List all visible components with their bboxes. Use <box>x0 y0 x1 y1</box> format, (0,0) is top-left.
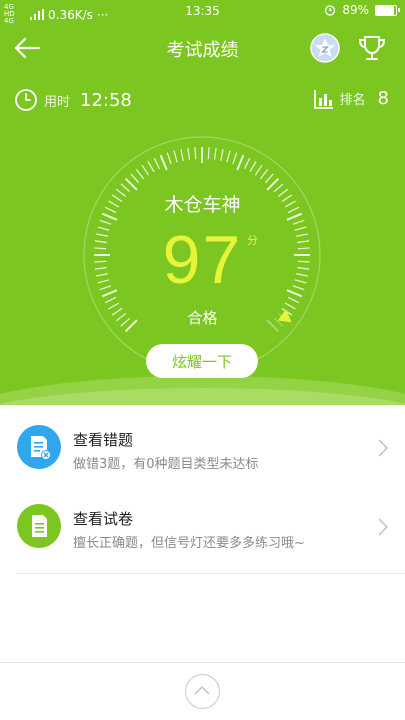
gauge-tick <box>220 148 224 161</box>
gauge-tick <box>124 177 138 191</box>
rank-value: 8 <box>377 88 389 109</box>
clock-icon <box>15 89 37 111</box>
arrow-left-icon <box>14 37 41 59</box>
battery-percent: 89% <box>342 3 369 17</box>
paper-doc-icon-wrap <box>17 504 61 548</box>
score-unit: 分 <box>247 234 258 247</box>
gauge-tick <box>135 168 145 180</box>
gauge-tick <box>264 173 274 184</box>
gauge-tick <box>187 147 191 160</box>
item-subtitle: 擅长正确题，但信号灯还要多多练习哦~ <box>73 536 305 551</box>
badge-button[interactable] <box>309 32 341 64</box>
error-doc-icon <box>31 436 51 460</box>
share-button[interactable]: 炫耀一下 <box>146 344 258 378</box>
back-button[interactable] <box>12 34 44 62</box>
gauge-tick <box>249 161 257 173</box>
gauge-tick <box>232 152 238 165</box>
time-label: 用时 <box>44 94 71 110</box>
time-group: 用时 12:58 <box>14 88 132 112</box>
error-doc-icon-wrap <box>17 425 61 469</box>
view-wrong-questions-item[interactable]: 查看错题 做错3题，有0种题目类型未达标 <box>0 405 405 495</box>
gauge-tick <box>243 157 251 170</box>
gauge-tick <box>213 147 217 160</box>
gauge-tick <box>147 161 155 173</box>
alarm-icon <box>325 5 336 16</box>
rank-group: 排名 8 <box>313 88 389 109</box>
chevron-right-icon <box>378 439 389 457</box>
view-paper-item[interactable]: 查看试卷 擅长正确题，但信号灯还要多多练习哦~ <box>0 484 405 574</box>
item-title: 查看错题 <box>73 431 134 449</box>
trophy-icon <box>358 36 386 60</box>
gauge-tick <box>236 154 245 171</box>
gauge-tick <box>254 164 263 176</box>
pass-status: 合格 <box>187 309 218 327</box>
star-badge-icon <box>310 33 340 63</box>
bottom-divider <box>0 662 405 663</box>
nav-bar: 考试成绩 <box>0 28 405 68</box>
gauge-tick <box>173 150 178 163</box>
status-bar: 4G HD 4G 0.36K/s ··· 13:35 89% <box>0 0 405 25</box>
user-name: 木仓车神 <box>164 194 241 216</box>
chevron-right-icon <box>378 518 389 536</box>
rank-label: 排名 <box>339 93 366 108</box>
status-right: 89% <box>324 3 400 17</box>
gauge-tick <box>153 157 161 170</box>
gauge-tick <box>159 154 168 171</box>
gauge-tick <box>207 147 210 160</box>
gauge-tick <box>166 152 172 165</box>
scroll-up-button[interactable] <box>185 674 220 709</box>
score-wrap: 97 <box>0 220 405 300</box>
gauge-tick <box>194 147 197 160</box>
network-bottom-label: 4G <box>4 17 14 25</box>
item-subtitle: 做错3题，有0种题目类型未达标 <box>73 457 259 472</box>
paper-doc-icon <box>32 515 47 537</box>
gauge-tick <box>259 168 269 180</box>
gauge-tick <box>130 173 140 184</box>
gauge-tick <box>141 164 150 176</box>
stats-row: 用时 12:58 排名 8 <box>0 88 405 116</box>
bar-chart-icon <box>313 89 333 109</box>
gauge-tick <box>226 150 231 163</box>
page-title: 考试成绩 <box>166 40 239 61</box>
result-hero: 4G HD 4G 0.36K/s ··· 13:35 89% 考试成绩 用时 1… <box>0 0 405 405</box>
trophy-button[interactable] <box>356 32 388 64</box>
gauge-tick <box>180 148 184 161</box>
battery-icon <box>375 4 400 16</box>
score-value: 97 <box>162 222 243 298</box>
list-divider <box>16 573 405 574</box>
battery-fill <box>376 5 394 15</box>
time-value: 12:58 <box>80 89 132 111</box>
gauge-tick <box>266 177 280 191</box>
chevron-up-icon <box>194 685 210 695</box>
item-title: 查看试卷 <box>73 510 134 528</box>
